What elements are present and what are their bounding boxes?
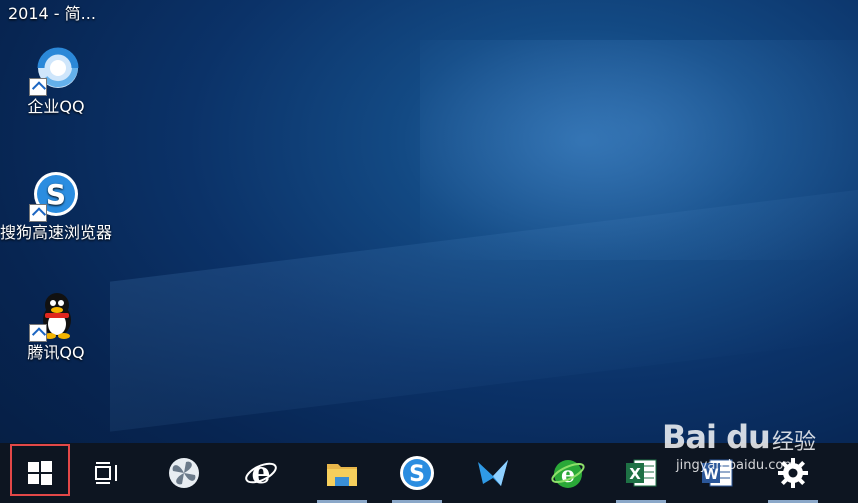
- desktop-icon-tencent-qq[interactable]: 腾讯QQ: [0, 290, 112, 364]
- shortcut-arrow-icon: [29, 324, 47, 342]
- svg-text:X: X: [629, 465, 641, 483]
- shortcut-arrow-icon: [29, 204, 47, 222]
- 360-browser-icon: e: [551, 460, 585, 488]
- sogou-browser-icon: S: [29, 170, 81, 222]
- task-view-icon: [95, 462, 117, 484]
- pinwheel-app-button[interactable]: [151, 443, 217, 503]
- watermark-url: jingyan.baidu.com: [676, 458, 796, 473]
- watermark-main: Bai du: [662, 418, 771, 456]
- file-explorer-button[interactable]: [309, 443, 375, 503]
- svg-text:S: S: [409, 462, 425, 487]
- desktop-icon-label: 搜狗高速浏览器: [0, 223, 113, 242]
- xunlei-button[interactable]: [460, 443, 526, 503]
- tencent-qq-icon: [29, 290, 81, 342]
- ie-icon: e: [245, 456, 277, 490]
- wallpaper-glow: [420, 40, 858, 260]
- svg-text:S: S: [46, 178, 66, 211]
- desktop-icon-sogou-browser[interactable]: S 搜狗高速浏览器: [0, 170, 112, 244]
- desktop-icon-label: 腾讯QQ: [27, 343, 85, 362]
- bird-icon: [478, 460, 508, 486]
- task-view-button[interactable]: [75, 443, 141, 503]
- sogou-icon: S: [400, 456, 434, 490]
- baidu-watermark: Bai du 经验 jingyan.baidu.com: [652, 410, 858, 490]
- start-button-highlight: [10, 444, 70, 496]
- desktop-icon-label: 企业QQ: [27, 97, 85, 116]
- pinwheel-icon: [169, 458, 199, 488]
- desktop-icon-enterprise-qq[interactable]: 企业QQ: [0, 44, 112, 118]
- wallpaper-beam: [110, 188, 858, 432]
- svg-text:e: e: [251, 456, 270, 490]
- 360-browser-button[interactable]: e: [535, 443, 601, 503]
- sogou-browser-button[interactable]: S: [384, 443, 450, 503]
- window-title: 2014 - 简...: [8, 4, 96, 23]
- folder-icon: [327, 464, 357, 486]
- watermark-sub: 经验: [772, 430, 817, 455]
- ie-button[interactable]: e: [228, 443, 294, 503]
- shortcut-arrow-icon: [29, 78, 47, 96]
- enterprise-qq-icon: [29, 44, 81, 96]
